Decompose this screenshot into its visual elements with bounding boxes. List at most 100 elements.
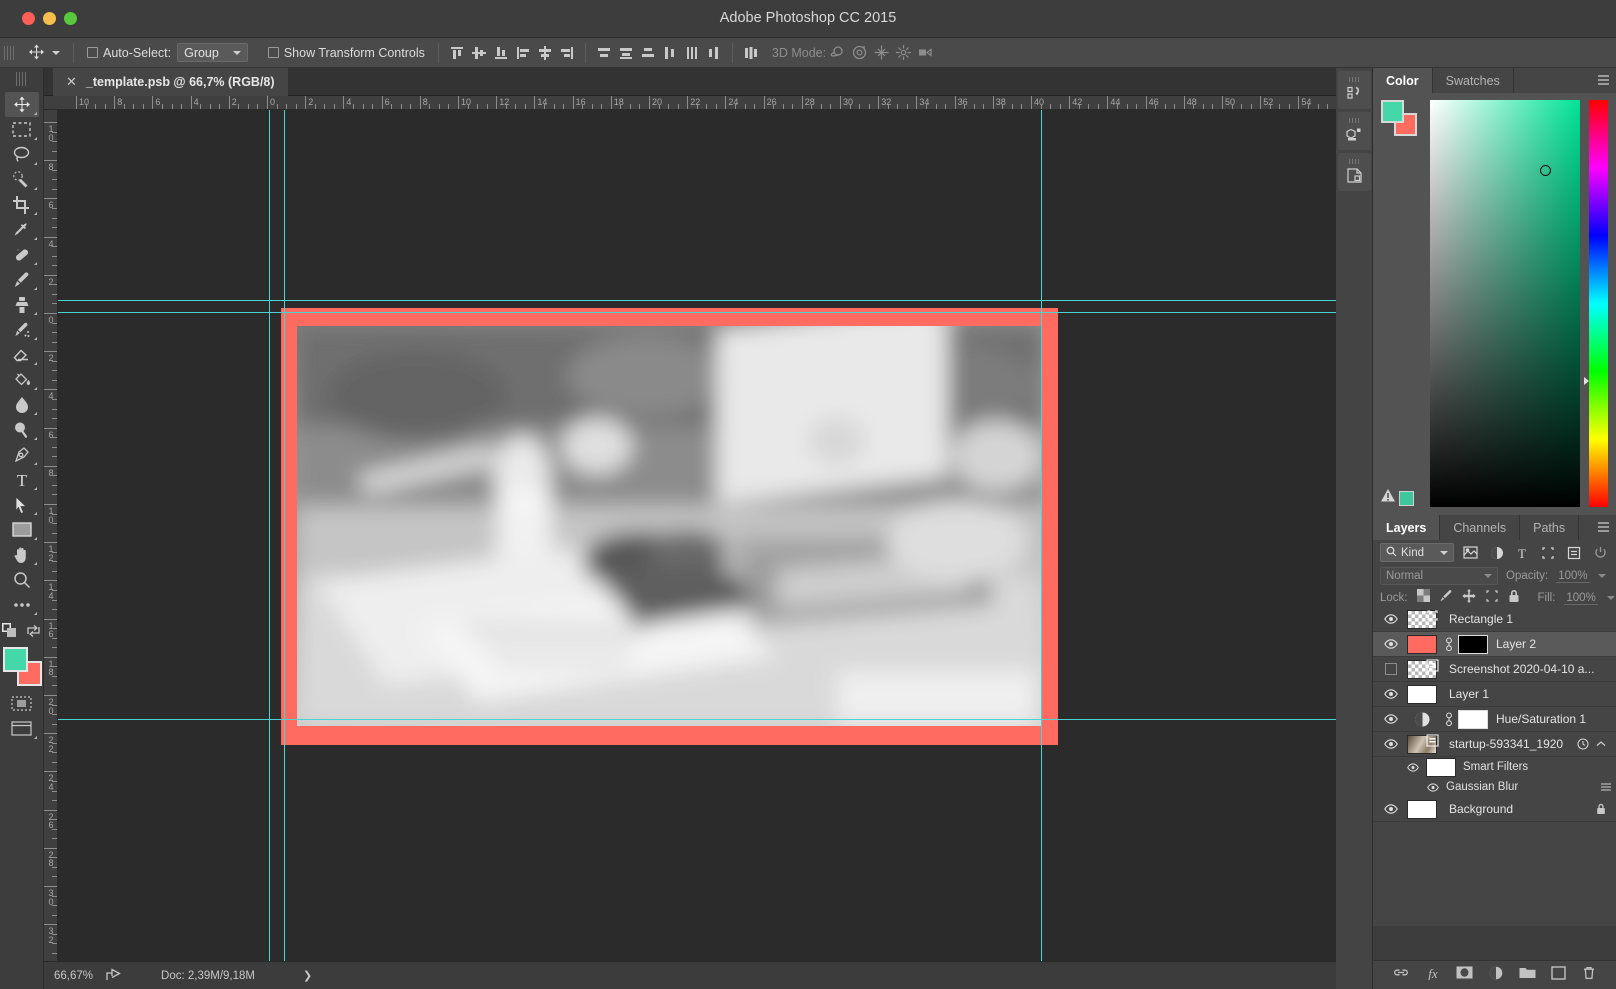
layer-name[interactable]: Background xyxy=(1441,802,1592,816)
distribute-right-edges-icon[interactable] xyxy=(703,42,725,64)
zoom-tool[interactable] xyxy=(5,567,39,592)
zoom-3d-camera-icon[interactable] xyxy=(914,42,936,64)
layer-row[interactable]: Rectangle 1 xyxy=(1373,607,1616,632)
hand-tool[interactable] xyxy=(5,542,39,567)
layer-name[interactable]: Rectangle 1 xyxy=(1441,612,1610,626)
zoom-level[interactable]: 66,67% xyxy=(54,970,93,982)
smart-filter-name[interactable]: Smart Filters xyxy=(1456,761,1528,773)
edit-toolbar-tool[interactable] xyxy=(5,592,39,617)
align-top-edges-icon[interactable] xyxy=(446,42,468,64)
guide-vertical[interactable] xyxy=(269,110,270,961)
tab-layers[interactable]: Layers xyxy=(1373,515,1441,540)
color-panel-foreground-swatch[interactable] xyxy=(1381,100,1404,123)
tab-swatches[interactable]: Swatches xyxy=(1432,68,1514,93)
guide-vertical[interactable] xyxy=(1041,110,1042,961)
layer-row[interactable]: Hue/Saturation 1 xyxy=(1373,707,1616,732)
color-field-picker[interactable] xyxy=(1430,100,1580,507)
delete-layer-icon[interactable] xyxy=(1582,966,1596,985)
horizontal-ruler[interactable]: 10 8 6 4 2 0 2 4 6 8 10 12 14 16 18 20 22 24 26 28 30 32 34 36 3… xyxy=(44,96,1336,110)
guide-horizontal[interactable] xyxy=(58,312,1336,313)
layer-style-icon[interactable]: fx xyxy=(1425,966,1441,985)
tools-panel-grip[interactable] xyxy=(16,72,27,86)
crop-tool[interactable] xyxy=(5,192,39,217)
layer-row[interactable]: startup-593341_1920 xyxy=(1373,732,1616,757)
link-layers-icon[interactable] xyxy=(1393,966,1409,984)
swap-colors-icon[interactable] xyxy=(25,619,44,641)
rectangular-marquee-tool[interactable] xyxy=(5,117,39,142)
show-transform-controls-checkbox[interactable] xyxy=(267,47,279,58)
blur-tool[interactable] xyxy=(5,392,39,417)
align-right-edges-icon[interactable] xyxy=(556,42,578,64)
tab-color[interactable]: Color xyxy=(1373,68,1433,93)
eyedropper-tool[interactable] xyxy=(5,217,39,242)
vertical-ruler[interactable]: 10864202468101214161820222426283032 xyxy=(44,110,58,961)
lasso-tool[interactable] xyxy=(5,142,39,167)
layer-name[interactable]: Layer 2 xyxy=(1488,637,1610,651)
layer-visibility-toggle[interactable] xyxy=(1379,739,1403,749)
paint-bucket-tool[interactable] xyxy=(5,367,39,392)
auto-select-checkbox[interactable] xyxy=(87,47,98,58)
auto-align-layers-icon[interactable] xyxy=(740,42,762,64)
tool-preset-chevron-down-icon[interactable] xyxy=(52,50,60,55)
filter-pixel-icon[interactable] xyxy=(1462,542,1480,564)
color-field-marker[interactable] xyxy=(1539,165,1551,177)
smart-filter-row[interactable]: Gaussian Blur xyxy=(1373,777,1616,797)
distribute-vertical-centers-icon[interactable] xyxy=(615,42,637,64)
history-brush-tool[interactable] xyxy=(5,317,39,342)
slide-3d-icon[interactable] xyxy=(892,42,914,64)
layer-row[interactable]: Background xyxy=(1373,797,1616,822)
share-icon[interactable] xyxy=(106,967,121,984)
color-panel-swatches[interactable] xyxy=(1381,100,1419,136)
document-tab[interactable]: ✕ _template.psb @ 66,7% (RGB/8) xyxy=(53,68,288,96)
filter-smart-object-icon[interactable] xyxy=(1565,542,1583,564)
layer-thumbnail[interactable] xyxy=(1403,609,1441,629)
layer-filter-kind-dropdown[interactable]: Kind xyxy=(1380,543,1454,562)
guide-horizontal[interactable] xyxy=(58,300,1336,301)
fill-value[interactable]: 100% xyxy=(1564,592,1598,605)
layer-name[interactable]: Screenshot 2020-04-10 a... xyxy=(1441,662,1610,676)
out-of-gamut-substitute-swatch[interactable] xyxy=(1399,490,1414,506)
distribute-horizontal-centers-icon[interactable] xyxy=(681,42,703,64)
red-frame-shape[interactable] xyxy=(281,308,1058,745)
adjustments-panel-icon[interactable] xyxy=(1337,112,1371,150)
layer-visibility-toggle[interactable] xyxy=(1379,689,1403,699)
layer-visibility-toggle[interactable] xyxy=(1379,663,1403,675)
layer-name[interactable]: Layer 1 xyxy=(1441,687,1610,701)
rectangle-tool[interactable] xyxy=(5,517,39,542)
layer-thumbnail[interactable] xyxy=(1403,659,1441,679)
distribute-top-edges-icon[interactable] xyxy=(593,42,615,64)
pan-3d-icon[interactable] xyxy=(870,42,892,64)
auto-select-group[interactable]: Auto-Select: xyxy=(81,46,177,60)
layer-thumbnail[interactable] xyxy=(1403,711,1441,728)
expand-arrow-icon[interactable]: ❯ xyxy=(303,969,312,982)
quick-mask-toggle[interactable] xyxy=(5,691,39,716)
layer-row[interactable]: Layer 1 xyxy=(1373,682,1616,707)
align-horizontal-centers-icon[interactable] xyxy=(534,42,556,64)
options-bar-grip[interactable] xyxy=(4,41,15,64)
close-tab-icon[interactable]: ✕ xyxy=(66,74,77,90)
align-bottom-edges-icon[interactable] xyxy=(490,42,512,64)
layers-list[interactable]: Rectangle 1 Layer 2 Screenshot 2020-04-10 … xyxy=(1373,607,1616,926)
add-mask-icon[interactable] xyxy=(1456,966,1473,984)
layer-thumbnail[interactable] xyxy=(1403,634,1441,654)
move-tool[interactable] xyxy=(4,92,39,117)
blend-mode-dropdown[interactable]: Normal xyxy=(1380,567,1498,585)
color-swatches[interactable] xyxy=(2,647,42,686)
spot-healing-brush-tool[interactable] xyxy=(5,242,39,267)
panel-menu-icon[interactable] xyxy=(1596,73,1611,87)
filter-settings-icon[interactable] xyxy=(1596,781,1616,793)
smart-filter-name[interactable]: Gaussian Blur xyxy=(1439,781,1518,793)
lock-all-icon[interactable] xyxy=(1508,589,1520,608)
smart-filter-icon[interactable] xyxy=(1574,738,1592,750)
show-transform-controls-group[interactable]: Show Transform Controls xyxy=(262,46,431,60)
hue-slider-handle-icon[interactable] xyxy=(1584,376,1589,385)
distribute-left-edges-icon[interactable] xyxy=(659,42,681,64)
clone-stamp-tool[interactable] xyxy=(5,292,39,317)
filter-visibility-toggle[interactable] xyxy=(1407,762,1419,772)
opacity-chevron-down-icon[interactable] xyxy=(1597,574,1606,578)
brush-tool[interactable] xyxy=(5,267,39,292)
foreground-color-swatch[interactable] xyxy=(2,647,28,672)
distribute-bottom-edges-icon[interactable] xyxy=(637,42,659,64)
hue-spectrum-slider[interactable] xyxy=(1584,100,1608,507)
layer-visibility-toggle[interactable] xyxy=(1379,614,1403,624)
